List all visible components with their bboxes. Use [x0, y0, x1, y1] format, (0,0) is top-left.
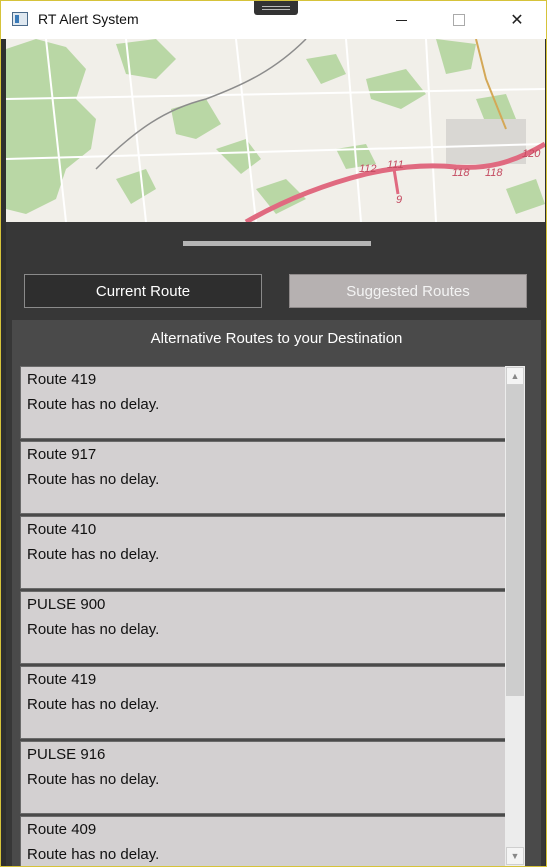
list-scrollbar[interactable]: ▲ ▼	[505, 366, 525, 866]
map-canvas	[6, 39, 545, 222]
route-list-item[interactable]: PULSE 916 Route has no delay.	[20, 741, 511, 814]
route-name: Route 409	[27, 821, 97, 838]
route-name: Route 419	[27, 671, 97, 688]
list-header: Alternative Routes to your Destination	[150, 329, 403, 347]
minimize-icon	[395, 19, 407, 21]
route-status: Route has no delay.	[27, 396, 160, 413]
route-list-item[interactable]: Route 419 Route has no delay.	[20, 666, 511, 739]
close-icon: ✕	[510, 12, 524, 29]
drag-grip[interactable]	[254, 1, 298, 15]
route-list[interactable]: Route 419 Route has no delay. Route 917 …	[20, 366, 513, 866]
route-name: PULSE 916	[27, 746, 106, 763]
route-name: Route 410	[27, 521, 97, 538]
chevron-down-icon: ▼	[510, 851, 520, 861]
maximize-icon	[453, 14, 465, 26]
app-window: RT Alert System ✕ 112 111 9 118 118 120 …	[0, 0, 547, 867]
tab-current-route[interactable]: Current Route	[24, 274, 262, 308]
chevron-up-icon: ▲	[510, 371, 520, 381]
route-label-112: 112	[359, 163, 377, 175]
bottom-sheet-panel: Current Route Suggested Routes Alternati…	[6, 222, 545, 866]
alternative-routes-panel: Alternative Routes to your Destination R…	[12, 320, 541, 866]
sheet-drag-handle[interactable]	[183, 241, 371, 246]
route-list-item[interactable]: Route 419 Route has no delay.	[20, 366, 511, 439]
route-status: Route has no delay.	[27, 696, 160, 713]
route-name: PULSE 900	[27, 596, 106, 613]
route-status: Route has no delay.	[27, 546, 160, 563]
route-label-120: 120	[522, 148, 541, 160]
route-list-item[interactable]: Route 410 Route has no delay.	[20, 516, 511, 589]
route-list-item[interactable]: Route 409 Route has no delay.	[20, 816, 511, 866]
scroll-down-button[interactable]: ▼	[506, 847, 524, 865]
route-status: Route has no delay.	[27, 846, 160, 863]
route-status: Route has no delay.	[27, 621, 160, 638]
route-list-item[interactable]: Route 917 Route has no delay.	[20, 441, 511, 514]
window-title: RT Alert System	[38, 11, 139, 27]
minimize-button[interactable]	[372, 1, 430, 39]
app-window-icon	[12, 12, 28, 26]
route-status: Route has no delay.	[27, 471, 160, 488]
scroll-thumb[interactable]	[506, 385, 524, 696]
map-view[interactable]: 112 111 9 118 118 120	[6, 39, 545, 222]
close-button[interactable]: ✕	[488, 1, 546, 39]
route-label-118-b: 118	[485, 167, 503, 179]
route-label-118-a: 118	[452, 167, 470, 179]
route-status: Route has no delay.	[27, 771, 160, 788]
route-name: Route 917	[27, 446, 97, 463]
route-label-111: 111	[387, 159, 404, 171]
route-label-9: 9	[396, 194, 403, 206]
route-list-item[interactable]: PULSE 900 Route has no delay.	[20, 591, 511, 664]
scroll-up-button[interactable]: ▲	[506, 367, 524, 385]
title-bar[interactable]: RT Alert System ✕	[1, 1, 546, 39]
tab-suggested-routes[interactable]: Suggested Routes	[289, 274, 527, 308]
maximize-button[interactable]	[430, 1, 488, 39]
route-name: Route 419	[27, 371, 97, 388]
